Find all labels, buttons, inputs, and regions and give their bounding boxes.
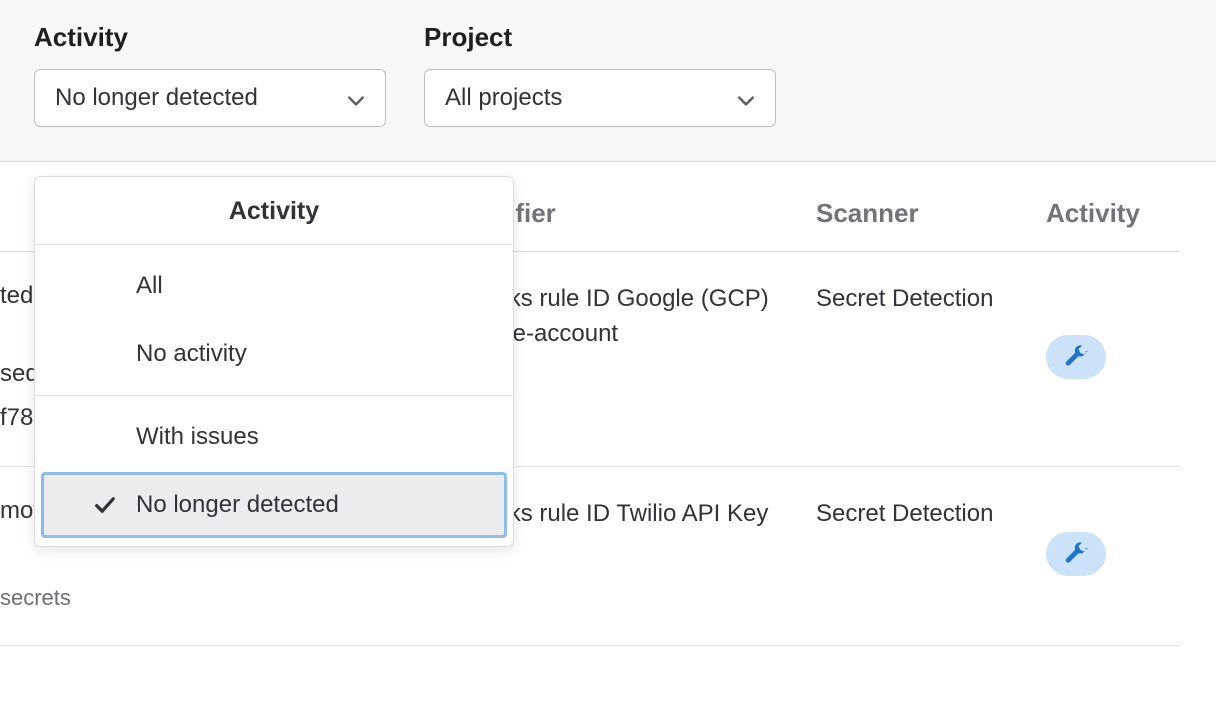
vulnerability-activity: [1046, 497, 1176, 611]
filter-bar: Activity No longer detected Project All …: [0, 0, 1216, 162]
vulnerability-scanner: Secret Detection: [816, 497, 1046, 611]
description-meta: secrets: [0, 585, 446, 611]
activity-option-all[interactable]: All: [41, 253, 507, 319]
activity-option-no-activity[interactable]: No activity: [41, 321, 507, 387]
chevron-down-icon: [737, 89, 755, 107]
activity-option-label: With issues: [136, 423, 259, 451]
wrench-icon[interactable]: [1046, 532, 1106, 576]
activity-menu-section: All No activity: [35, 245, 513, 396]
table-header-activity: Activity: [1046, 198, 1176, 229]
project-dropdown-button[interactable]: All projects: [424, 69, 776, 127]
project-filter-label: Project: [424, 22, 776, 53]
activity-menu-section: With issues No longer detected: [35, 396, 513, 546]
table-header-scanner: Scanner: [816, 198, 1046, 229]
activity-option-label: All: [136, 272, 163, 300]
activity-filter-group: Activity No longer detected: [34, 22, 386, 127]
vulnerability-activity: [1046, 282, 1176, 432]
wrench-icon[interactable]: [1046, 335, 1106, 379]
activity-option-label: No activity: [136, 340, 247, 368]
chevron-down-icon: [347, 89, 365, 107]
activity-dropdown-button[interactable]: No longer detected: [34, 69, 386, 127]
activity-filter-label: Activity: [34, 22, 386, 53]
activity-menu-title: Activity: [35, 177, 513, 245]
activity-option-label: No longer detected: [136, 491, 339, 519]
project-filter-group: Project All projects: [424, 22, 776, 127]
activity-option-with-issues[interactable]: With issues: [41, 404, 507, 470]
vulnerability-scanner: Secret Detection: [816, 282, 1046, 432]
activity-dropdown-menu: Activity All No activity With issues No …: [34, 176, 514, 547]
project-dropdown-value: All projects: [445, 84, 562, 112]
activity-option-no-longer-detected[interactable]: No longer detected: [41, 472, 507, 538]
activity-dropdown-value: No longer detected: [55, 84, 258, 112]
check-icon: [90, 494, 120, 516]
